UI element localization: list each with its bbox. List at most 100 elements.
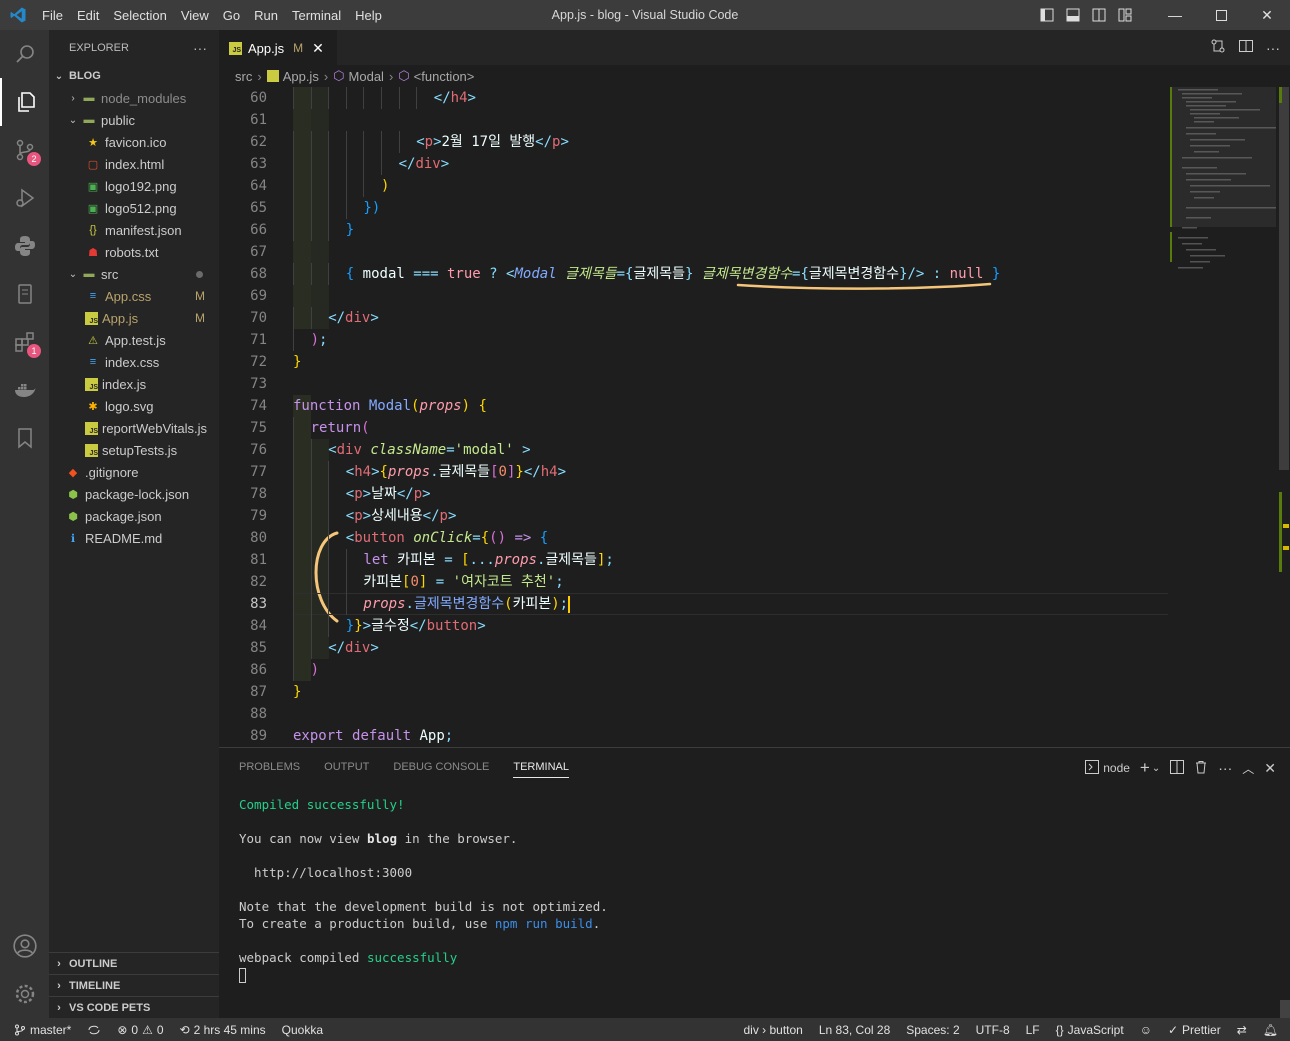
more-actions-icon[interactable]: ··· (1266, 40, 1280, 56)
tab-debug-console[interactable]: DEBUG CONSOLE (393, 761, 489, 773)
terminal-output[interactable]: Compiled successfully! You can now view … (239, 796, 608, 983)
menu-file[interactable]: File (35, 8, 70, 23)
workspace-section[interactable]: ⌄ BLOG (49, 65, 219, 87)
vscode-pets-section[interactable]: › VS CODE PETS (49, 996, 219, 1018)
code-line[interactable]: 66} (219, 219, 1170, 241)
source-control-icon[interactable]: 2 (0, 126, 49, 174)
code-editor[interactable]: 60 </h4> 61 62 <p>2월 17일 발행</p> 63 </div> 64) 65… (219, 87, 1170, 747)
breadcrumb-function[interactable]: <function> (414, 69, 475, 84)
indentation[interactable]: Spaces: 2 (898, 1023, 967, 1037)
time-tracker[interactable]: ⟲ 2 hrs 45 mins (172, 1023, 274, 1037)
close-window-icon[interactable]: ✕ (1244, 0, 1290, 30)
menu-selection[interactable]: Selection (106, 8, 173, 23)
code-line[interactable]: 89 export default App; (219, 725, 1170, 747)
code-line[interactable]: 75 return( (219, 417, 1170, 439)
menu-help[interactable]: Help (348, 8, 389, 23)
panel-scrollbar-thumb[interactable] (1280, 1000, 1290, 1018)
code-line[interactable]: 87} (219, 681, 1170, 703)
bookmark-icon[interactable] (0, 414, 49, 462)
file-item[interactable]: ☗ robots.txt (49, 241, 219, 263)
menu-terminal[interactable]: Terminal (285, 8, 348, 23)
code-line[interactable]: 76 <div className='modal' > (219, 439, 1170, 461)
file-item[interactable]: JS setupTests.js (49, 439, 219, 461)
open-changes-icon[interactable] (1210, 38, 1226, 57)
menu-run[interactable]: Run (247, 8, 285, 23)
file-item[interactable]: ≡ index.css (49, 351, 219, 373)
python-icon[interactable] (0, 222, 49, 270)
tab-output[interactable]: OUTPUT (324, 761, 369, 773)
tab-terminal[interactable]: TERMINAL (513, 761, 569, 778)
feedback-icon[interactable]: ☺ (1132, 1023, 1160, 1037)
customize-layout-icon[interactable] (1112, 0, 1138, 30)
code-line[interactable]: 63 </div> (219, 153, 1170, 175)
code-line[interactable]: 74 function Modal(props) { (219, 395, 1170, 417)
code-line[interactable]: 80 <button onClick={() => { (219, 527, 1170, 549)
docker-icon[interactable] (0, 366, 49, 414)
code-line[interactable]: 88 (219, 703, 1170, 725)
run-debug-icon[interactable] (0, 174, 49, 222)
file-item[interactable]: ⬢ package-lock.json (49, 483, 219, 505)
code-line[interactable]: 64) (219, 175, 1170, 197)
menu-view[interactable]: View (174, 8, 216, 23)
breadcrumb-src[interactable]: src (235, 69, 252, 84)
code-line[interactable]: 69 (219, 285, 1170, 307)
file-item[interactable]: ★ favicon.ico (49, 131, 219, 153)
testing-icon[interactable] (0, 270, 49, 318)
close-icon[interactable]: ✕ (312, 40, 324, 57)
code-line[interactable]: 83 props.글제목변경함수(카피본); (219, 593, 1170, 615)
quokka-status[interactable]: Quokka (274, 1023, 331, 1037)
settings-gear-icon[interactable] (0, 970, 49, 1018)
toggle-panel-icon[interactable] (1060, 0, 1086, 30)
file-item[interactable]: ⚠ App.test.js (49, 329, 219, 351)
file-item[interactable]: {} manifest.json (49, 219, 219, 241)
close-panel-icon[interactable]: ✕ (1264, 760, 1276, 777)
trash-icon[interactable] (1194, 760, 1208, 777)
folder-item[interactable]: ⌄ ▬ src (49, 263, 219, 285)
code-line[interactable]: 72} (219, 351, 1170, 373)
split-terminal-icon[interactable] (1170, 759, 1185, 777)
code-line[interactable]: 79 <p>상세내용</p> (219, 505, 1170, 527)
code-line[interactable]: 81 let 카피본 = [...props.글제목들]; (219, 549, 1170, 571)
code-line[interactable]: 77 <h4>{props.글제목들[0]}</h4> (219, 461, 1170, 483)
more-actions-icon[interactable]: ··· (1218, 760, 1232, 776)
code-line[interactable]: 60 </h4> (219, 87, 1170, 109)
code-line[interactable]: 62 <p>2월 17일 발행</p> (219, 131, 1170, 153)
new-terminal-icon[interactable]: + (1140, 758, 1150, 778)
code-line[interactable]: 82 카피본[0] = '여자코트 추천'; (219, 571, 1170, 593)
notifications-bell-icon[interactable]: 🔔︎ (1255, 1023, 1286, 1037)
breadcrumb-symbol[interactable]: Modal (349, 69, 384, 84)
menu-edit[interactable]: Edit (70, 8, 106, 23)
code-line[interactable]: 71); (219, 329, 1170, 351)
sync-icon[interactable] (79, 1024, 109, 1036)
chevron-down-icon[interactable]: ⌄ (1152, 763, 1160, 774)
terminal-url[interactable]: http://localhost:3000 (239, 864, 608, 881)
code-line[interactable]: 78 <p>날짜</p> (219, 483, 1170, 505)
file-item[interactable]: ⬢ package.json (49, 505, 219, 527)
code-line[interactable]: 61 (219, 109, 1170, 131)
explorer-more-icon[interactable]: ··· (193, 40, 207, 56)
code-line[interactable]: 73 (219, 373, 1170, 395)
file-item[interactable]: ▣ logo192.png (49, 175, 219, 197)
editor-scrollbar[interactable] (1276, 87, 1290, 747)
file-item[interactable]: ℹ README.md (49, 527, 219, 549)
code-line[interactable]: 68 { modal === true ? <Modal 글제목들={글제목들} … (219, 263, 1170, 285)
code-line[interactable]: 85 </div> (219, 637, 1170, 659)
toggle-secondary-sidebar-icon[interactable] (1086, 0, 1112, 30)
explorer-icon[interactable] (0, 78, 49, 126)
prettier-status[interactable]: ✓ Prettier (1160, 1023, 1229, 1037)
maximize-panel-icon[interactable]: ︿ (1242, 760, 1254, 777)
file-item[interactable]: ▣ logo512.png (49, 197, 219, 219)
code-line[interactable]: 70 </div> (219, 307, 1170, 329)
code-line[interactable]: 86) (219, 659, 1170, 681)
file-item[interactable]: ◆ .gitignore (49, 461, 219, 483)
extensions-icon[interactable]: 1 (0, 318, 49, 366)
eol[interactable]: LF (1018, 1023, 1048, 1037)
file-item[interactable]: JS reportWebVitals.js (49, 417, 219, 439)
tab-app-js[interactable]: JS App.js M ✕ (219, 30, 337, 65)
search-icon[interactable] (0, 30, 49, 78)
language-mode[interactable]: {} JavaScript (1048, 1023, 1132, 1037)
code-line[interactable]: 65}) (219, 197, 1170, 219)
split-editor-icon[interactable] (1238, 38, 1254, 57)
maximize-icon[interactable] (1198, 0, 1244, 30)
context-breadcrumb[interactable]: div › button (735, 1023, 810, 1037)
